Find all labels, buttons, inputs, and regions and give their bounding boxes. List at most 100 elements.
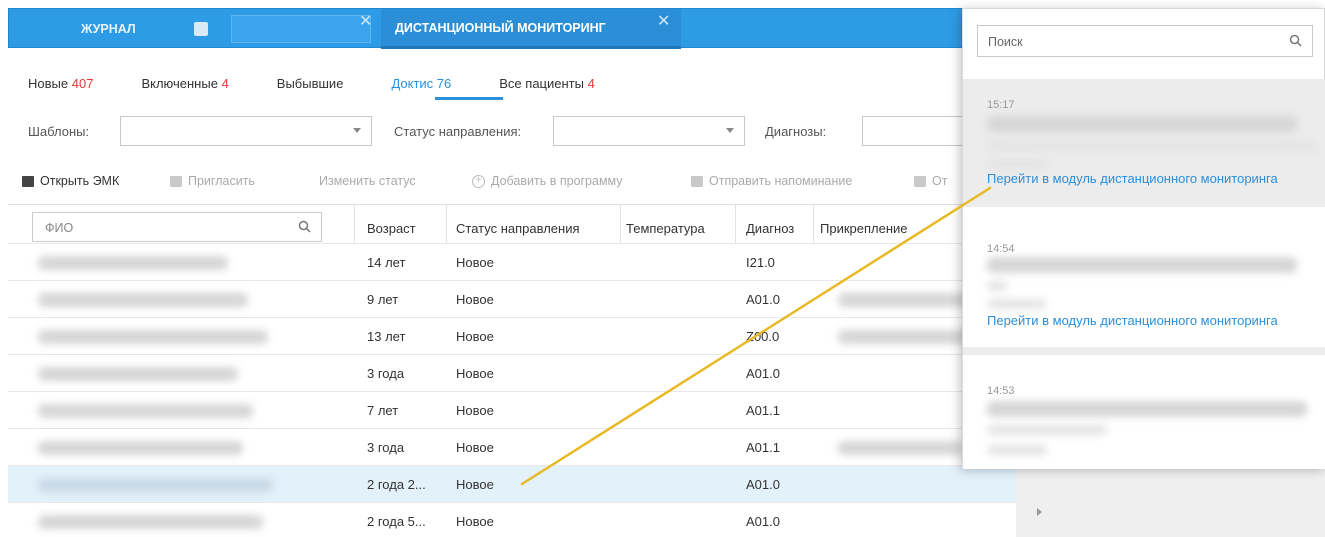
- table-row[interactable]: 9 лет Новое A01.0: [8, 280, 1016, 317]
- subtab-included[interactable]: Включенные 4: [141, 76, 228, 91]
- subtab-dropped[interactable]: Выбывшие: [277, 76, 344, 91]
- cell-diagnosis: A01.0: [746, 292, 780, 307]
- toolbar-truncated-label: От: [932, 174, 948, 188]
- notification-item[interactable]: 15:17 Перейти в модуль дистанционного мо…: [963, 79, 1325, 199]
- tab-patient-name[interactable]: [231, 15, 371, 43]
- column-header-temperature[interactable]: Температура: [626, 221, 705, 236]
- blurred-notification-text: [987, 425, 1107, 435]
- table-row[interactable]: 3 года Новое A01.0: [8, 354, 1016, 391]
- column-divider: [354, 205, 355, 243]
- subtabs: Новые 407 Включенные 4 Выбывшие Доктис 7…: [28, 76, 643, 91]
- search-placeholder: Поиск: [988, 35, 1023, 49]
- message-icon: [914, 175, 926, 187]
- subtab-new[interactable]: Новые 407: [28, 76, 93, 91]
- table-row[interactable]: 3 года Новое A01.1: [8, 428, 1016, 465]
- notification-time: 15:17: [987, 99, 1015, 111]
- fio-search-input[interactable]: ФИО: [32, 212, 322, 242]
- tab-remote-monitoring[interactable]: ДИСТАНЦИОННЫЙ МОНИТОРИНГ: [381, 9, 681, 49]
- cell-age: 3 года: [367, 440, 405, 455]
- cell-age: 9 лет: [367, 292, 399, 307]
- cell-diagnosis: I21.0: [746, 255, 775, 270]
- blurred-attachment: [838, 441, 963, 455]
- referral-status-select[interactable]: [553, 116, 745, 146]
- invite-button[interactable]: Пригласить: [170, 174, 255, 188]
- cell-age: 14 лет: [367, 255, 406, 270]
- message-icon: [691, 175, 703, 187]
- blurred-patient-name: [38, 404, 253, 418]
- go-to-monitoring-link[interactable]: Перейти в модуль дистанционного монитори…: [987, 313, 1278, 328]
- blurred-patient-name: [38, 441, 243, 455]
- blurred-patient-name: [38, 515, 263, 529]
- side-panel-background: [1016, 468, 1325, 537]
- notification-item[interactable]: 14:53: [963, 355, 1325, 469]
- blurred-notification-text: [987, 281, 1007, 291]
- templates-label: Шаблоны:: [28, 124, 90, 139]
- column-divider: [620, 205, 621, 243]
- chevron-right-icon[interactable]: [1037, 508, 1042, 516]
- tab-journal[interactable]: ЖУРНАЛ: [81, 9, 136, 49]
- table-row[interactable]: 13 лет Новое Z00.0: [8, 317, 1016, 354]
- medical-card-icon: [22, 175, 34, 187]
- cell-status: Новое: [456, 403, 494, 418]
- subtab-all-patients[interactable]: Все пациенты 4: [499, 76, 595, 91]
- notification-item[interactable]: 14:54 Перейти в модуль дистанционного мо…: [963, 207, 1325, 347]
- notifications-panel: Поиск 15:17 Перейти в модуль дистанционн…: [962, 8, 1325, 469]
- table-row-selected[interactable]: 2 года 2... Новое A01.0: [8, 465, 1016, 502]
- subtab-doktis[interactable]: Доктис 76: [391, 76, 451, 91]
- table-row[interactable]: 7 лет Новое A01.1: [8, 391, 1016, 428]
- column-divider: [735, 205, 736, 243]
- column-header-attachment[interactable]: Прикрепление: [820, 221, 908, 236]
- cell-diagnosis: A01.0: [746, 514, 780, 529]
- open-emk-label: Открыть ЭМК: [40, 174, 120, 188]
- cell-status: Новое: [456, 514, 494, 529]
- table-row[interactable]: 14 лет Новое I21.0: [8, 243, 1016, 280]
- close-icon[interactable]: ✕: [657, 11, 670, 31]
- toolbar-truncated-button[interactable]: От: [914, 174, 947, 188]
- tab-remote-monitoring-label: ДИСТАНЦИОННЫЙ МОНИТОРИНГ: [395, 20, 606, 35]
- add-to-program-button[interactable]: + Добавить в программу: [472, 174, 623, 188]
- chevron-down-icon: [726, 128, 734, 133]
- patients-table: ФИО Возраст Статус направления Температу…: [8, 204, 1016, 537]
- diagnoses-select[interactable]: [862, 116, 972, 146]
- change-status-button[interactable]: Изменить статус: [319, 174, 416, 188]
- table-row[interactable]: 2 года 5... Новое A01.0: [8, 502, 1016, 537]
- search-icon[interactable]: [298, 220, 311, 236]
- send-reminder-button[interactable]: Отправить напоминание: [691, 174, 852, 188]
- mail-icon: [170, 175, 182, 187]
- blurred-patient-name: [38, 256, 228, 270]
- open-emk-button[interactable]: Открыть ЭМК: [22, 174, 119, 188]
- notifications-search-input[interactable]: Поиск: [977, 25, 1313, 57]
- add-to-program-label: Добавить в программу: [491, 174, 623, 188]
- cell-diagnosis: A01.0: [746, 366, 780, 381]
- invite-label: Пригласить: [188, 174, 255, 188]
- cell-diagnosis: A01.1: [746, 440, 780, 455]
- close-icon[interactable]: ✕: [359, 11, 372, 31]
- column-divider: [446, 205, 447, 243]
- toolbar: Открыть ЭМК Пригласить Изменить статус +…: [8, 164, 1008, 200]
- cell-age: 3 года: [367, 366, 405, 381]
- search-icon[interactable]: [1289, 34, 1302, 50]
- cell-diagnosis: Z00.0: [746, 329, 780, 344]
- send-reminder-label: Отправить напоминание: [709, 174, 853, 188]
- templates-select[interactable]: [120, 116, 372, 146]
- chevron-down-icon: [353, 128, 361, 133]
- blurred-patient-name: [38, 293, 248, 307]
- cell-status: Новое: [456, 292, 494, 307]
- blurred-patient-name: [38, 478, 273, 492]
- notification-time: 14:53: [987, 385, 1015, 397]
- cell-status: Новое: [456, 255, 494, 270]
- blurred-notification-text: [987, 401, 1307, 417]
- blurred-notification-text: [987, 141, 1317, 151]
- cell-age: 2 года 5...: [367, 514, 426, 529]
- blurred-notification-text: [987, 445, 1047, 455]
- column-header-diagnosis[interactable]: Диагноз: [746, 221, 794, 236]
- cell-status: Новое: [456, 440, 494, 455]
- cell-status: Новое: [456, 366, 494, 381]
- notifications-list: 15:17 Перейти в модуль дистанционного мо…: [963, 79, 1325, 469]
- go-to-monitoring-link[interactable]: Перейти в модуль дистанционного монитори…: [987, 171, 1278, 186]
- column-header-age[interactable]: Возраст: [367, 221, 416, 236]
- patient-card-icon[interactable]: [194, 22, 208, 36]
- blurred-patient-name: [38, 330, 268, 344]
- column-header-status[interactable]: Статус направления: [456, 221, 580, 236]
- tab-bar: ЖУРНАЛ ✕ ДИСТАНЦИОННЫЙ МОНИТОРИНГ ✕: [8, 8, 1008, 49]
